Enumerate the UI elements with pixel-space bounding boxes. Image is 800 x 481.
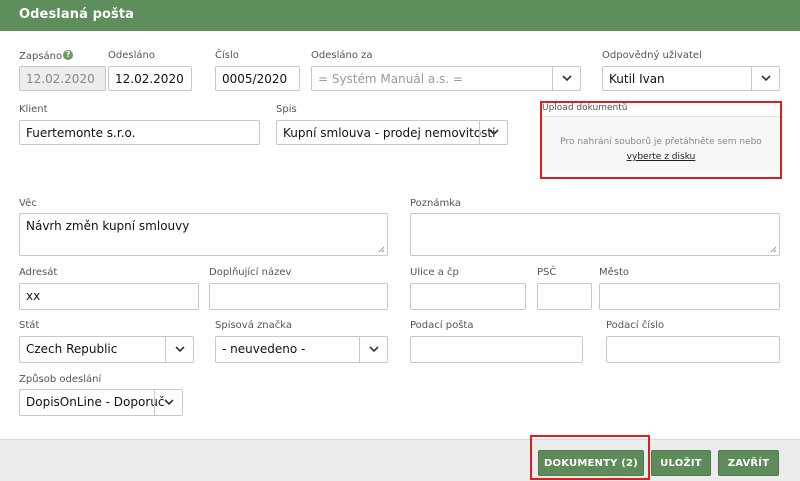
ulice-label: Ulice a čp: [410, 267, 459, 278]
spis-label: Spis: [276, 104, 297, 115]
upload-browse-link[interactable]: vyberte z disku: [627, 152, 696, 162]
window-title: Odeslaná pošta: [19, 7, 135, 22]
upload-area[interactable]: Pro nahrání souborů je přetáhněte sem ne…: [542, 116, 780, 174]
spisova-znacka-select[interactable]: - neuvedeno -: [215, 336, 388, 363]
podaci-cislo-label: Podací číslo: [606, 320, 665, 331]
ulozit-button[interactable]: ULOŽIT: [651, 450, 711, 476]
window-titlebar: Odeslaná pošta: [0, 0, 800, 31]
klient-field[interactable]: Fuertemonte s.r.o.: [19, 120, 260, 145]
adresat-label: Adresát: [19, 267, 58, 278]
odeslano-za-label: Odesláno za: [311, 50, 373, 61]
zpusob-select[interactable]: DopisOnLine - Doporuč: [19, 389, 183, 416]
chevron-down-icon[interactable]: [154, 390, 182, 415]
cislo-label: Číslo: [215, 50, 239, 61]
spis-select[interactable]: Kupní smlouva - prodej nemovitosti: [276, 120, 508, 145]
spisova-znacka-label: Spisová značka: [215, 320, 292, 331]
mesto-field[interactable]: [599, 283, 780, 310]
odpovedny-label: Odpovědný uživatel: [602, 50, 702, 61]
odpovedny-value: Kutil Ivan: [609, 72, 665, 86]
zavrit-button[interactable]: ZAVŘÍT: [718, 450, 779, 476]
zapsano-field: 12.02.2020: [19, 66, 106, 91]
vec-label: Věc: [19, 198, 37, 209]
zpusob-label: Způsob odeslání: [19, 374, 102, 385]
chevron-down-icon[interactable]: [552, 67, 580, 90]
poznamka-label: Poznámka: [410, 198, 461, 209]
zpusob-value: DopisOnLine - Doporuč: [26, 395, 165, 409]
upload-label: Upload dokumentů: [542, 103, 628, 113]
chevron-down-icon[interactable]: [751, 67, 779, 90]
odeslano-za-value: = Systém Manuál a.s. =: [318, 72, 463, 86]
spisova-znacka-value: - neuvedeno -: [222, 342, 306, 356]
adresat-field[interactable]: xx: [19, 283, 199, 310]
odeslano-label: Odesláno: [108, 50, 155, 61]
chevron-down-icon[interactable]: [359, 337, 387, 362]
mesto-label: Město: [599, 267, 630, 278]
help-icon[interactable]: ?: [63, 50, 74, 60]
podaci-cislo-field[interactable]: [606, 336, 780, 363]
odpovedny-select[interactable]: Kutil Ivan: [602, 66, 780, 91]
stat-select[interactable]: Czech Republic: [19, 336, 194, 363]
spis-value: Kupní smlouva - prodej nemovitosti: [283, 126, 496, 140]
upload-hint: Pro nahrání souborů je přetáhněte sem ne…: [560, 137, 762, 147]
klient-label: Klient: [19, 104, 48, 115]
vec-value: Návrh změn kupní smlouvy: [26, 219, 190, 233]
resize-handle-icon[interactable]: [378, 246, 385, 253]
podaci-posta-label: Podací pošta: [410, 320, 474, 331]
upload-dropzone[interactable]: Upload dokumentů Pro nahrání souborů je …: [540, 101, 782, 179]
poznamka-textarea[interactable]: [410, 213, 780, 256]
zapsano-label: Zapsáno?: [19, 50, 74, 62]
psc-label: PSČ: [537, 267, 557, 278]
doplnujici-field[interactable]: [209, 283, 388, 310]
podaci-posta-field[interactable]: [410, 336, 583, 363]
chevron-down-icon[interactable]: [165, 337, 193, 362]
stat-label: Stát: [19, 320, 40, 331]
resize-handle-icon[interactable]: [770, 246, 777, 253]
ulice-field[interactable]: [410, 283, 526, 310]
doplnujici-label: Doplňující název: [209, 267, 292, 278]
vec-textarea[interactable]: Návrh změn kupní smlouvy: [19, 213, 388, 256]
stat-value: Czech Republic: [26, 342, 118, 356]
psc-field[interactable]: [537, 283, 592, 310]
odeslano-date-field[interactable]: 12.02.2020: [108, 66, 192, 91]
chevron-down-icon[interactable]: [479, 121, 507, 144]
cislo-field[interactable]: 0005/2020: [215, 66, 300, 91]
dokumenty-button[interactable]: DOKUMENTY (2): [538, 450, 644, 476]
odeslano-za-select[interactable]: = Systém Manuál a.s. =: [311, 66, 581, 91]
